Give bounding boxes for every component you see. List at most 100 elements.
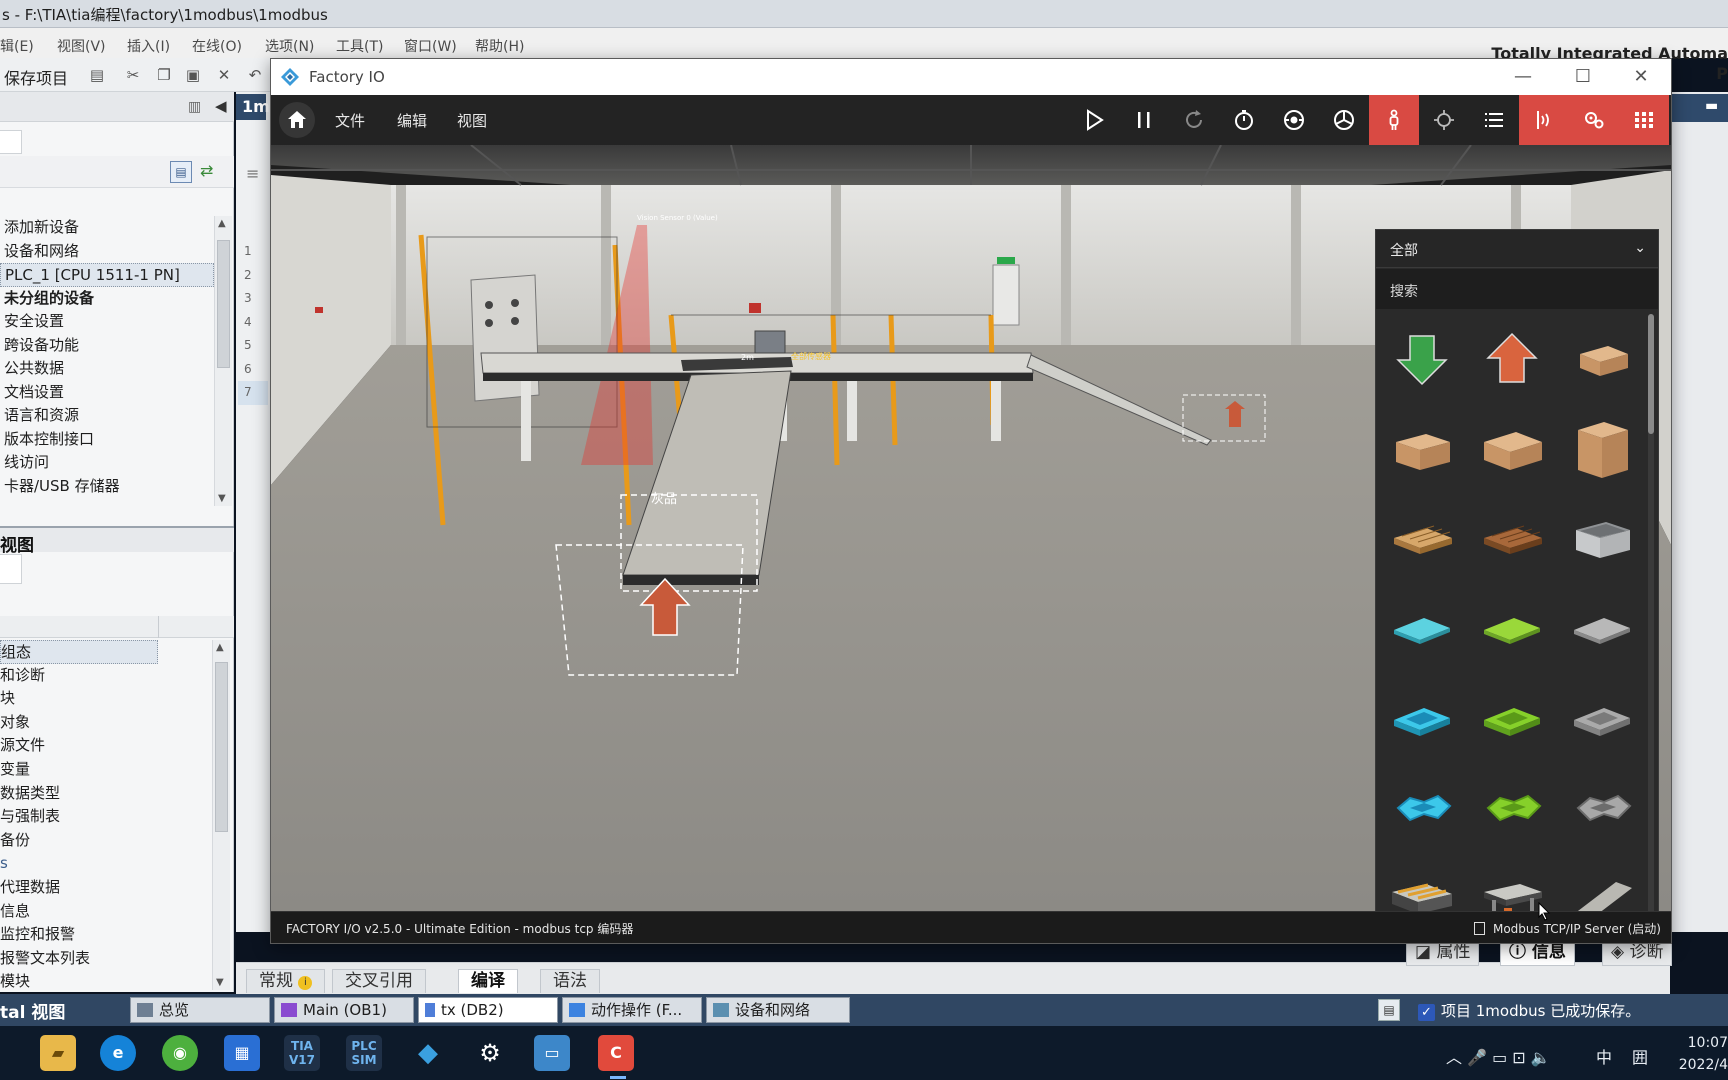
- task-overview[interactable]: 总览: [130, 997, 270, 1023]
- first-person-button[interactable]: [1369, 95, 1419, 145]
- tree-item-common-data[interactable]: 公共数据: [0, 357, 214, 381]
- large-box-item[interactable]: [1470, 408, 1554, 492]
- plate-item[interactable]: [1560, 858, 1644, 911]
- palette-scrollbar[interactable]: [1648, 314, 1654, 911]
- blue-product-lid-item[interactable]: [1380, 768, 1464, 852]
- save-project-button[interactable]: 保存项目: [4, 65, 68, 89]
- scene-viewport[interactable]: Vision Sensor 0 (Value) 2m 全部传感器 灰品 全部 ⌄…: [271, 145, 1671, 911]
- store-icon[interactable]: ▦: [224, 1035, 260, 1071]
- palette-grid-button[interactable]: [1619, 95, 1669, 145]
- tree-refresh-icon[interactable]: ⇄: [200, 161, 213, 180]
- file-explorer-icon[interactable]: ▰: [40, 1035, 76, 1071]
- menu-options[interactable]: 选项(N): [265, 36, 314, 56]
- detail-item[interactable]: 组态: [0, 640, 158, 664]
- camera-orbit-button[interactable]: [1269, 95, 1319, 145]
- timer-button[interactable]: [1219, 95, 1269, 145]
- undo-icon[interactable]: ↶: [246, 66, 264, 84]
- message-icon[interactable]: ▤: [1378, 999, 1400, 1021]
- detail-item[interactable]: 对象: [0, 711, 212, 735]
- tree-item-card-reader[interactable]: 卡器/USB 存储器: [0, 475, 214, 499]
- detail-item[interactable]: 信息: [0, 900, 212, 924]
- emitter-item[interactable]: [1380, 318, 1464, 402]
- drivers-button[interactable]: [1569, 95, 1619, 145]
- ime-grid-indicator[interactable]: 囲: [1632, 1044, 1648, 1068]
- close-button[interactable]: ✕: [1611, 59, 1671, 95]
- tree-item-version-control[interactable]: 版本控制接口: [0, 428, 214, 452]
- editor-tab[interactable]: 1m: [236, 94, 270, 120]
- settings-icon[interactable]: ⚙: [472, 1035, 508, 1071]
- green-raw-material-item[interactable]: [1470, 588, 1554, 672]
- factory-io-icon[interactable]: ◆: [410, 1035, 446, 1071]
- detail-item[interactable]: 备份: [0, 829, 212, 853]
- tab-compile[interactable]: 编译: [458, 969, 518, 993]
- task-tx-db2[interactable]: tx (DB2): [418, 997, 558, 1023]
- detail-item[interactable]: 监控和报警: [0, 923, 212, 947]
- task-main-ob1[interactable]: Main (OB1): [274, 997, 414, 1023]
- tree-item-plc1[interactable]: PLC_1 [CPU 1511-1 PN]: [0, 263, 214, 287]
- tree-item-ungrouped[interactable]: 未分组的设备: [0, 287, 214, 311]
- menu-tools[interactable]: 工具(T): [336, 36, 383, 56]
- reset-button[interactable]: [1169, 95, 1219, 145]
- remover-item[interactable]: [1470, 318, 1554, 402]
- tia-portal-icon[interactable]: TIA V17: [284, 1035, 320, 1071]
- cut-icon[interactable]: ✂: [124, 66, 142, 84]
- home-button[interactable]: [279, 102, 315, 138]
- minimize-editor-icon[interactable]: ▬: [1705, 98, 1718, 114]
- tree-item-languages[interactable]: 语言和资源: [0, 404, 214, 428]
- menu-view[interactable]: 视图(V): [57, 36, 106, 56]
- task-action[interactable]: 动作操作 (F...: [562, 997, 702, 1023]
- metal-product-base-item[interactable]: [1560, 678, 1644, 762]
- tree-item-add-device[interactable]: 添加新设备: [0, 216, 214, 240]
- app-window-icon[interactable]: ▭: [534, 1035, 570, 1071]
- detail-item[interactable]: 代理数据: [0, 876, 212, 900]
- stackable-box-item[interactable]: [1560, 498, 1644, 582]
- tree-item-online-access[interactable]: 线访问: [0, 451, 214, 475]
- detail-item[interactable]: 数据类型: [0, 782, 212, 806]
- play-button[interactable]: [1069, 95, 1119, 145]
- detail-item[interactable]: 和诊断: [0, 664, 212, 688]
- editor-toolbar-icon[interactable]: ≡: [246, 164, 259, 183]
- detail-item[interactable]: 与强制表: [0, 805, 212, 829]
- panel-dock-icon[interactable]: ▥: [188, 99, 201, 115]
- pallet-item[interactable]: [1380, 498, 1464, 582]
- collapse-left-icon[interactable]: ◀: [215, 97, 227, 115]
- menu-help[interactable]: 帮助(H): [475, 36, 524, 56]
- minimize-button[interactable]: —: [1493, 59, 1553, 95]
- clock[interactable]: 10:07 2022/4: [1679, 1032, 1728, 1076]
- delete-icon[interactable]: ✕: [215, 66, 233, 84]
- camera-fly-button[interactable]: [1319, 95, 1369, 145]
- detail-item[interactable]: 变量: [0, 758, 212, 782]
- pause-button[interactable]: [1119, 95, 1169, 145]
- devices-tab[interactable]: [0, 130, 22, 154]
- blue-raw-material-item[interactable]: [1380, 588, 1464, 672]
- browser-icon[interactable]: ◉: [162, 1035, 198, 1071]
- tree-scrollbar[interactable]: ▲ ▼: [214, 216, 232, 506]
- menu-file[interactable]: 文件: [335, 110, 365, 131]
- menu-window[interactable]: 窗口(W): [404, 36, 457, 56]
- list-button[interactable]: [1469, 95, 1519, 145]
- detail-view-tab[interactable]: [0, 554, 22, 584]
- detail-item[interactable]: 模块: [0, 970, 212, 994]
- dark-pallet-item[interactable]: [1470, 498, 1554, 582]
- tray-icons[interactable]: ︿ 🎤 ▭ ⊡ 🔈: [1446, 1044, 1551, 1068]
- green-product-base-item[interactable]: [1470, 678, 1554, 762]
- menu-online[interactable]: 在线(O): [192, 36, 242, 56]
- tree-item-devices-networks[interactable]: 设备和网络: [0, 240, 214, 264]
- menu-view-fio[interactable]: 视图: [457, 110, 487, 131]
- recorder-icon[interactable]: C: [598, 1035, 634, 1071]
- tab-general[interactable]: 常规 i: [246, 969, 326, 993]
- metal-raw-material-item[interactable]: [1560, 588, 1644, 672]
- menu-insert[interactable]: 插入(I): [127, 36, 170, 56]
- sensors-button[interactable]: [1519, 95, 1569, 145]
- copy-icon[interactable]: ❐: [155, 66, 173, 84]
- task-devices-networks[interactable]: 设备和网络: [706, 997, 850, 1023]
- plcsim-icon[interactable]: PLC SIM: [346, 1035, 382, 1071]
- detail-scrollbar[interactable]: ▲ ▼: [212, 640, 230, 990]
- detail-item[interactable]: 块: [0, 687, 212, 711]
- paste-icon[interactable]: ▣: [184, 66, 202, 84]
- detail-item[interactable]: 源文件: [0, 734, 212, 758]
- category-select[interactable]: 全部 ⌄: [1376, 230, 1658, 268]
- detail-item[interactable]: s: [0, 852, 212, 876]
- small-box-item[interactable]: [1560, 318, 1644, 402]
- metal-product-lid-item[interactable]: [1560, 768, 1644, 852]
